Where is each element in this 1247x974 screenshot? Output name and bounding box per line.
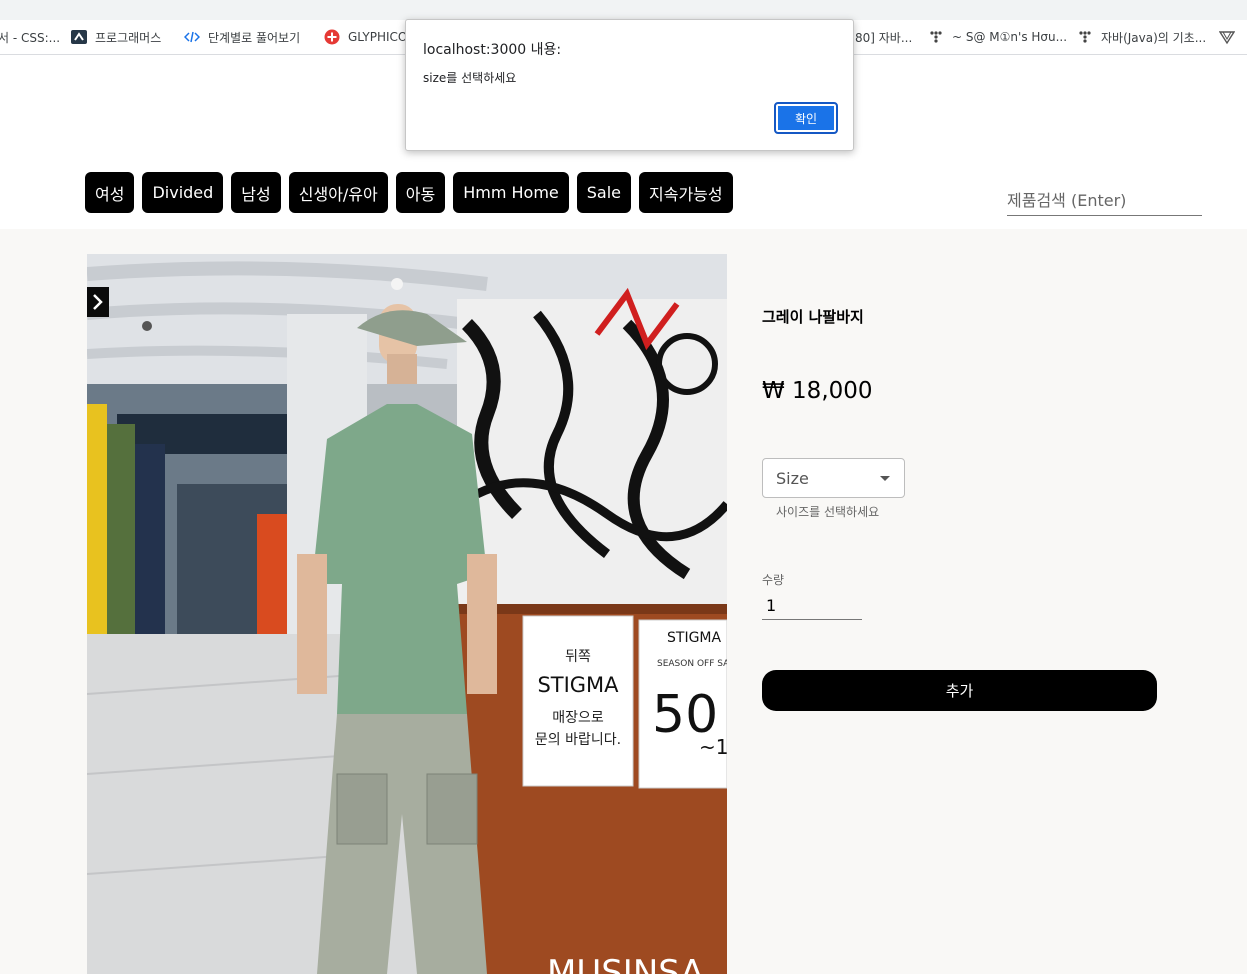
bookmark-label: 프로그래머스 [95, 30, 162, 45]
bookmark-item-last[interactable] [1219, 23, 1243, 51]
quantity-label: 수량 [762, 573, 785, 587]
bookmark-item-java-basics[interactable]: 자바(Java)의 기초... [1077, 23, 1206, 51]
sign-line1-text: 매장으로 [552, 710, 604, 726]
glyphicon-icon [324, 29, 340, 45]
product-title: 그레이 나팔바지 [762, 308, 864, 326]
sign-brand-text: STIGMA [537, 673, 619, 697]
bookmark-item-java[interactable]: 80] 자바... [855, 23, 912, 51]
nav-item-home[interactable]: Hmm Home [453, 172, 569, 213]
nav-item-women[interactable]: 여성 [85, 172, 135, 213]
sign2-season-text: SEASON OFF SA [657, 659, 727, 669]
sign-line2-text: 문의 바랍니다. [535, 732, 621, 748]
nav-item-divided[interactable]: Divided [142, 172, 224, 213]
bookmark-item-house[interactable]: ~ S@ M①n's Hσu... [928, 23, 1067, 51]
alert-message: size를 선택하세요 [423, 71, 517, 85]
nav-item-kids[interactable]: 아동 [395, 172, 446, 213]
code-icon [184, 29, 200, 45]
bookmark-label: 단계별로 풀어보기 [208, 30, 301, 45]
bookmark-label: 80] 자바... [855, 30, 913, 45]
category-nav: 여성 Divided 남성 신생아/유아 아동 Hmm Home Sale 지속… [85, 172, 733, 213]
nav-item-sale[interactable]: Sale [576, 172, 631, 213]
programmers-icon [71, 29, 87, 45]
sign-small-text: 뒤쪽 [565, 649, 591, 665]
product-price: ₩ 18,000 [762, 378, 873, 404]
bookmark-label: 서 - CSS:... [0, 30, 61, 45]
nav-item-men[interactable]: 남성 [231, 172, 281, 213]
sign2-tilde-text: ~1 [699, 735, 727, 759]
size-helper-text: 사이즈를 선택하세요 [776, 505, 880, 519]
bookmark-label: 자바(Java)의 기초... [1101, 30, 1207, 45]
add-to-cart-button[interactable]: 추가 [762, 670, 1157, 711]
bookmark-item-programmers[interactable]: 프로그래머스 [71, 23, 161, 51]
size-select[interactable]: Size [762, 458, 905, 498]
size-select-label: Size [776, 468, 809, 488]
chevron-down-icon [880, 476, 890, 481]
bookmark-icon [1219, 29, 1235, 45]
alert-title: localhost:3000 내용: [423, 42, 562, 58]
alert-dialog: localhost:3000 내용: size를 선택하세요 확인 [405, 19, 854, 151]
browser-tab-strip [0, 0, 1247, 20]
alert-ok-button[interactable]: 확인 [774, 102, 838, 134]
dots-icon [928, 29, 944, 45]
bookmark-item-glyphicons[interactable]: GLYPHICO [324, 23, 407, 51]
quantity-input[interactable] [762, 592, 862, 620]
search-input[interactable] [1007, 186, 1202, 216]
bookmark-item-steps[interactable]: 단계별로 풀어보기 [184, 23, 300, 51]
product-image: 뒤쪽 STIGMA 매장으로 문의 바랍니다. STIGMA SEASON OF… [87, 254, 727, 974]
bookmark-item-css[interactable]: 서 - CSS:... [0, 23, 60, 51]
bookmark-label: GLYPHICO [348, 30, 408, 44]
sign2-brand-text: STIGMA [667, 630, 721, 646]
dots-icon [1077, 29, 1093, 45]
nav-item-sustainability[interactable]: 지속가능성 [639, 172, 733, 213]
bookmark-label: ~ S@ M①n's Hσu... [952, 30, 1068, 44]
photo-bottom-text: MUSINSA [547, 953, 704, 974]
nav-item-baby[interactable]: 신생아/유아 [288, 172, 388, 213]
